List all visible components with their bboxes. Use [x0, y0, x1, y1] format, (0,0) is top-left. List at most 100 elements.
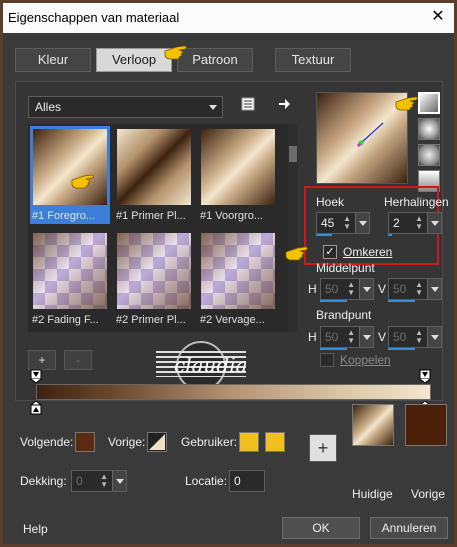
tab-verloop[interactable]: Verloop: [96, 48, 172, 72]
pointing-hand-icon: [164, 45, 187, 60]
gradient-thumbnail: [117, 129, 191, 205]
material-properties-window: Eigenschappen van materiaal ✕ Kleur Verl…: [0, 0, 457, 547]
chevron-down-icon[interactable]: [112, 471, 126, 491]
angle-slider-fill[interactable]: [316, 234, 332, 236]
pointing-hand-icon: [71, 174, 94, 189]
spin-arrows-icon[interactable]: ▲ ▼: [415, 215, 423, 231]
center-v-slider-fill[interactable]: [388, 300, 415, 302]
opacity-spinner[interactable]: 0 ▲ ▼: [71, 470, 127, 492]
title-bar: Eigenschappen van materiaal ✕: [3, 3, 454, 33]
gallery-item-label: #1 Foregro...: [32, 210, 95, 222]
help-link[interactable]: Help: [23, 522, 48, 536]
focal-h-spinner[interactable]: 50 ▲ ▼: [320, 326, 374, 348]
gradient-panel: Alles #1 Foregro... #1 Primer Pl... #1 V…: [15, 81, 449, 401]
user-color-swatch[interactable]: [265, 432, 285, 452]
gradient-thumbnail: [33, 129, 107, 205]
gallery-item[interactable]: #2 Vervage...: [198, 230, 278, 328]
chevron-down-icon[interactable]: [427, 327, 441, 347]
current-material-swatch[interactable]: [352, 404, 394, 446]
previous-material-swatch[interactable]: [405, 404, 447, 446]
repeats-spinner[interactable]: 2 ▲ ▼: [388, 212, 442, 234]
opacity-value: 0: [76, 474, 83, 488]
location-field[interactable]: 0: [229, 470, 265, 492]
repeats-slider-fill[interactable]: [388, 234, 392, 236]
sunburst-style-icon[interactable]: [418, 144, 440, 166]
chevron-down-icon[interactable]: [427, 213, 441, 233]
gallery-item[interactable]: #2 Fading F...: [30, 230, 110, 328]
center-h-slider-fill[interactable]: [320, 300, 347, 302]
gallery-item[interactable]: #1 Voorgro...: [198, 126, 278, 224]
focal-v-value: 50: [393, 330, 407, 344]
spin-arrows-icon[interactable]: ▲ ▼: [415, 281, 423, 297]
spin-arrows-icon[interactable]: ▲ ▼: [347, 281, 355, 297]
gallery-item[interactable]: #1 Primer Pl...: [114, 126, 194, 224]
follow-color-swatch[interactable]: [75, 432, 95, 452]
gallery-item-label: #2 Fading F...: [32, 314, 99, 326]
prev-color-swatch[interactable]: [147, 432, 167, 452]
category-dropdown[interactable]: Alles: [28, 96, 223, 118]
gallery-item[interactable]: #1 Foregro...: [30, 126, 110, 224]
tab-kleur[interactable]: Kleur: [15, 48, 91, 72]
gradient-thumbnail: [33, 233, 107, 309]
tab-textuur[interactable]: Textuur: [275, 48, 351, 72]
scrollbar-thumb[interactable]: [289, 146, 297, 162]
remove-marker-button[interactable]: -: [64, 350, 92, 370]
spin-arrows-icon[interactable]: ▲ ▼: [347, 329, 355, 345]
focal-h-slider-fill[interactable]: [320, 348, 347, 350]
ok-button[interactable]: OK: [282, 517, 360, 539]
rectangular-style-icon[interactable]: [418, 118, 440, 140]
center-h-spinner[interactable]: 50 ▲ ▼: [320, 278, 374, 300]
pointing-hand-icon: [395, 96, 418, 111]
focal-h-label: H: [308, 330, 317, 344]
user-color-swatch[interactable]: [239, 432, 259, 452]
gallery-scrollbar[interactable]: [288, 124, 298, 332]
spin-arrows-icon[interactable]: ▲ ▼: [100, 473, 108, 489]
focal-v-slider-fill[interactable]: [388, 348, 415, 350]
current-label: Huidige: [352, 487, 393, 501]
gradient-gallery: #1 Foregro... #1 Primer Pl... #1 Voorgro…: [28, 124, 298, 332]
gradient-thumbnail: [201, 129, 275, 205]
angle-spinner[interactable]: 45 ▲ ▼: [316, 212, 370, 234]
user-label: Gebruiker:: [181, 435, 238, 449]
cancel-button[interactable]: Annuleren: [370, 517, 448, 539]
gradient-editor-bar[interactable]: [36, 384, 431, 400]
invert-checkbox[interactable]: ✓: [323, 245, 337, 259]
center-v-value: 50: [393, 282, 407, 296]
window-title: Eigenschappen van materiaal: [8, 10, 180, 25]
close-icon[interactable]: ✕: [425, 5, 451, 29]
opacity-stop-marker[interactable]: [419, 369, 431, 383]
location-label: Locatie:: [185, 474, 228, 488]
gallery-item-label: #2 Vervage...: [200, 314, 265, 326]
link-checkbox[interactable]: [320, 353, 334, 367]
gallery-item-label: #1 Primer Pl...: [116, 210, 186, 222]
focal-h-value: 50: [325, 330, 339, 344]
link-label: Koppelen: [340, 353, 391, 367]
chevron-down-icon[interactable]: [355, 213, 369, 233]
linear-style-icon[interactable]: [418, 92, 440, 114]
gallery-item-label: #1 Voorgro...: [200, 210, 263, 222]
location-value: 0: [234, 474, 241, 488]
focal-v-label: V: [378, 330, 387, 344]
center-v-spinner[interactable]: 50 ▲ ▼: [388, 278, 442, 300]
gallery-list-icon[interactable]: [238, 96, 258, 116]
focal-v-spinner[interactable]: 50 ▲ ▼: [388, 326, 442, 348]
angle-label: Hoek: [316, 195, 345, 209]
spin-arrows-icon[interactable]: ▲ ▼: [415, 329, 423, 345]
add-marker-button[interactable]: +: [28, 350, 56, 370]
chevron-down-icon[interactable]: [359, 279, 373, 299]
arrow-right-icon[interactable]: [274, 96, 294, 116]
previous-label: Vorige: [411, 487, 446, 501]
add-swatch-button[interactable]: +: [309, 434, 337, 462]
opacity-label: Dekking:: [20, 474, 67, 488]
gallery-item[interactable]: #2 Primer Pl...: [114, 230, 194, 328]
spin-arrows-icon[interactable]: ▲ ▼: [343, 215, 351, 231]
gradient-thumbnail: [201, 233, 275, 309]
category-dropdown-value: Alles: [35, 100, 62, 114]
opacity-stop-marker[interactable]: [30, 369, 42, 383]
gradient-thumbnail: [117, 233, 191, 309]
chevron-down-icon[interactable]: [427, 279, 441, 299]
color-stop-marker[interactable]: [30, 401, 42, 415]
invert-label: Omkeren: [343, 245, 393, 259]
chevron-down-icon[interactable]: [359, 327, 373, 347]
center-h-label: H: [308, 282, 317, 296]
